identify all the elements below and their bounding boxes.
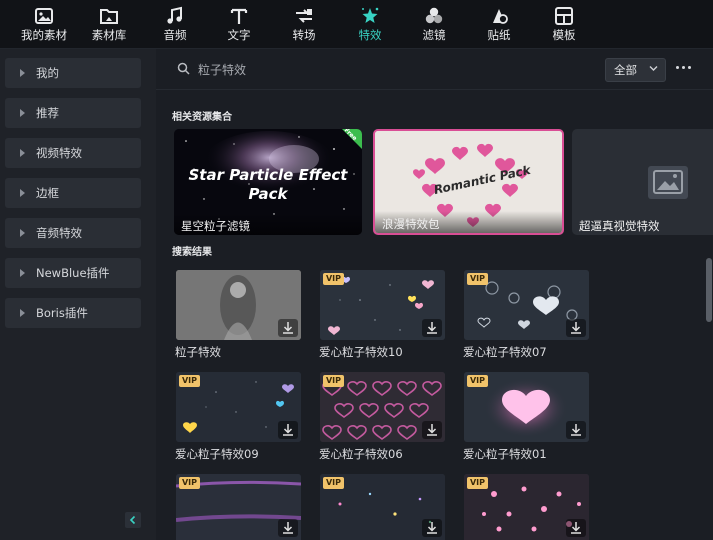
stock-library-icon: [100, 9, 118, 24]
vip-badge: VIP: [323, 273, 344, 285]
main-panel: 全部 相关资源集合: [156, 49, 713, 540]
vip-badge: VIP: [179, 375, 200, 387]
download-button[interactable]: [278, 421, 298, 439]
download-button[interactable]: [278, 519, 298, 537]
download-icon: [283, 522, 293, 534]
sticker-icon: [493, 9, 508, 24]
my-media-icon: [35, 8, 53, 24]
dot-icon: [676, 66, 679, 69]
free-badge: Free: [342, 129, 359, 143]
tab-templates[interactable]: 模板: [549, 0, 579, 48]
top-toolbar: 我的素材 素材库 音频 文字 转场 特效 滤镜 贴纸 模板: [0, 0, 713, 49]
result-thumbnail[interactable]: VIP: [176, 372, 301, 442]
related-section-title: 相关资源集合: [172, 112, 232, 123]
dot-icon: [682, 66, 685, 69]
image-placeholder-icon: [648, 166, 688, 199]
dot-icon: [688, 66, 691, 69]
filter-dropdown[interactable]: 全部: [605, 58, 666, 82]
transition-icon: [296, 9, 312, 23]
result-caption: 爱心粒子特效06: [319, 447, 403, 461]
collection-card-realistic-vfx[interactable]: 超逼真视觉特效: [572, 129, 713, 235]
tab-my-media[interactable]: 我的素材: [17, 0, 71, 48]
expand-triangle-icon: [20, 69, 25, 77]
tab-transition[interactable]: 转场: [289, 0, 319, 48]
download-button[interactable]: [422, 519, 442, 537]
tab-stock-library[interactable]: 素材库: [89, 0, 129, 48]
tab-audio[interactable]: 音频: [160, 0, 190, 48]
collection-card-romantic[interactable]: Romantic Pack 浪漫特效包: [373, 129, 564, 235]
download-icon: [427, 522, 437, 534]
result-thumbnail[interactable]: VIP: [464, 270, 589, 340]
vip-badge: VIP: [179, 477, 200, 489]
search-input[interactable]: [196, 59, 580, 81]
expand-triangle-icon: [20, 309, 25, 317]
result-thumbnail[interactable]: VIP: [320, 270, 445, 340]
expand-triangle-icon: [20, 109, 25, 117]
chevron-down-icon: [649, 66, 658, 71]
download-button[interactable]: [422, 319, 442, 337]
effects-star-icon: [362, 7, 379, 23]
download-icon: [571, 522, 581, 534]
result-thumbnail[interactable]: [176, 270, 301, 340]
category-sidebar: 我的 推荐 视频特效 边框 音频特效 NewBlue插件 Boris插件: [0, 49, 156, 540]
vip-badge: VIP: [467, 477, 488, 489]
chevron-left-icon: [129, 515, 136, 525]
download-icon: [283, 322, 293, 334]
download-button[interactable]: [566, 319, 586, 337]
audio-note-icon: [167, 6, 182, 24]
result-caption: 爱心粒子特效10: [319, 345, 403, 359]
collapse-sidebar-button[interactable]: [125, 512, 141, 528]
expand-triangle-icon: [20, 149, 25, 157]
vip-badge: VIP: [467, 375, 488, 387]
search-bar: 全部: [156, 49, 713, 90]
download-button[interactable]: [278, 319, 298, 337]
result-thumbnail[interactable]: VIP: [320, 372, 445, 442]
result-caption: 爱心粒子特效09: [175, 447, 259, 461]
results-section-title: 搜索结果: [172, 247, 212, 258]
vip-badge: VIP: [323, 477, 344, 489]
card-art-title: Star Particle Effect Pack: [188, 166, 348, 203]
download-button[interactable]: [566, 421, 586, 439]
download-button[interactable]: [566, 519, 586, 537]
sidebar-item-audio-effects[interactable]: 音频特效: [5, 218, 141, 248]
expand-triangle-icon: [20, 229, 25, 237]
download-button[interactable]: [422, 421, 442, 439]
download-icon: [283, 424, 293, 436]
tab-filters[interactable]: 滤镜: [419, 0, 449, 48]
sidebar-item-video-effects[interactable]: 视频特效: [5, 138, 141, 168]
text-icon: [230, 8, 248, 24]
result-thumbnail[interactable]: VIP: [464, 372, 589, 442]
template-icon: [555, 7, 573, 25]
result-thumbnail[interactable]: VIP: [320, 474, 445, 540]
sidebar-item-mine[interactable]: 我的: [5, 58, 141, 88]
card-caption: 星空粒子滤镜: [174, 213, 362, 235]
expand-triangle-icon: [20, 269, 25, 277]
sidebar-item-borders[interactable]: 边框: [5, 178, 141, 208]
result-caption: 爱心粒子特效07: [463, 345, 547, 359]
collection-card-star-particle[interactable]: Free Star Particle Effect Pack 星空粒子滤镜: [174, 129, 362, 235]
tab-text[interactable]: 文字: [224, 0, 254, 48]
tab-stickers[interactable]: 贴纸: [484, 0, 514, 48]
download-icon: [571, 424, 581, 436]
card-caption: 超逼真视觉特效: [579, 219, 660, 233]
sidebar-item-newblue[interactable]: NewBlue插件: [5, 258, 141, 288]
download-icon: [427, 424, 437, 436]
result-thumbnail[interactable]: VIP: [176, 474, 301, 540]
results-scrollbar[interactable]: [706, 258, 712, 322]
vip-badge: VIP: [467, 273, 488, 285]
sidebar-item-boris[interactable]: Boris插件: [5, 298, 141, 328]
more-options-button[interactable]: [676, 62, 694, 74]
result-thumbnail[interactable]: VIP: [464, 474, 589, 540]
search-icon: [177, 62, 190, 75]
tab-effects[interactable]: 特效: [355, 0, 385, 48]
expand-triangle-icon: [20, 189, 25, 197]
download-icon: [427, 322, 437, 334]
result-caption: 爱心粒子特效01: [463, 447, 547, 461]
sidebar-item-recommended[interactable]: 推荐: [5, 98, 141, 128]
result-caption: 粒子特效: [175, 345, 221, 359]
filters-icon: [425, 7, 443, 24]
download-icon: [571, 322, 581, 334]
card-caption: 浪漫特效包: [375, 211, 562, 233]
vip-badge: VIP: [323, 375, 344, 387]
